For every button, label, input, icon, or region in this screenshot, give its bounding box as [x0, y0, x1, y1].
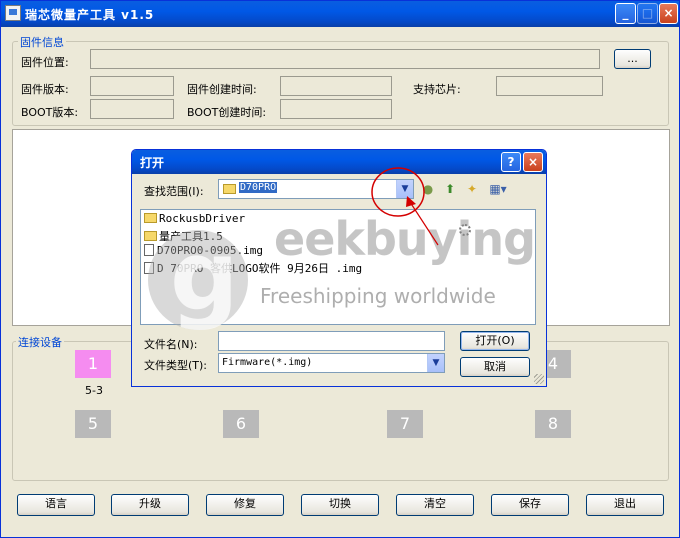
version-field	[90, 76, 174, 96]
boot-created-label: BOOT创建时间:	[187, 106, 267, 119]
view-menu-icon[interactable]: ▦▾	[486, 181, 510, 197]
file-icon	[144, 262, 154, 274]
list-item[interactable]: D 70PRO 客供LOGO软件 9月26日 .img	[144, 260, 362, 276]
list-item[interactable]: 量产工具1.5	[144, 228, 223, 244]
save-button[interactable]: 保存	[491, 494, 569, 516]
filetype-label: 文件类型(T):	[144, 359, 208, 372]
title-bar[interactable]: 瑞芯微量产工具 v1.5 _ □ ×	[1, 1, 679, 27]
window-title: 瑞芯微量产工具 v1.5	[25, 8, 155, 22]
location-label: 固件位置:	[21, 56, 69, 69]
repair-button[interactable]: 修复	[206, 494, 284, 516]
app-icon	[5, 5, 21, 21]
list-item[interactable]: RockusbDriver	[144, 212, 245, 228]
close-button[interactable]: ×	[659, 3, 678, 24]
device-slot-6[interactable]: 6	[223, 410, 259, 438]
look-in-value: D70PRO	[239, 182, 278, 193]
browse-button[interactable]: ...	[614, 49, 651, 69]
cancel-button[interactable]: 取消	[460, 357, 530, 377]
boot-version-label: BOOT版本:	[21, 106, 79, 119]
location-field[interactable]	[90, 49, 600, 69]
folder-icon	[144, 231, 157, 241]
switch-button[interactable]: 切换	[301, 494, 379, 516]
chip-field	[496, 76, 603, 96]
created-label: 固件创建时间:	[187, 83, 257, 96]
filename-input[interactable]	[218, 331, 445, 351]
open-dialog-title: 打开	[140, 156, 165, 170]
devices-label: 连接设备	[16, 334, 64, 350]
boot-created-field	[280, 99, 392, 119]
version-label: 固件版本:	[21, 83, 69, 96]
chevron-down-icon[interactable]: ▼	[396, 180, 413, 198]
dialog-close-button[interactable]: ×	[523, 152, 543, 172]
device-slot-7[interactable]: 7	[387, 410, 423, 438]
boot-version-field	[90, 99, 174, 119]
open-button[interactable]: 打开(O)	[460, 331, 530, 351]
up-folder-icon[interactable]: ⬆	[442, 181, 458, 197]
file-list[interactable]: RockusbDriver 量产工具1.5 D70PRO0-0905.img D…	[140, 209, 536, 325]
filetype-select[interactable]: Firmware(*.img) ▼	[218, 353, 445, 373]
folder-icon	[144, 213, 157, 223]
look-in-combo[interactable]: D70PRO ▼	[218, 179, 414, 199]
created-field	[280, 76, 392, 96]
upgrade-button[interactable]: 升级	[111, 494, 189, 516]
back-icon[interactable]: ●	[420, 181, 436, 197]
language-button[interactable]: 语言	[17, 494, 95, 516]
device-slot-1[interactable]: 1	[75, 350, 111, 378]
help-button[interactable]: ?	[501, 152, 521, 172]
chip-label: 支持芯片:	[413, 83, 461, 96]
exit-button[interactable]: 退出	[586, 494, 664, 516]
folder-icon	[223, 184, 236, 194]
minimize-button[interactable]: _	[615, 3, 636, 24]
filename-label: 文件名(N):	[144, 338, 198, 351]
look-in-label: 查找范围(I):	[144, 185, 204, 198]
maximize-button[interactable]: □	[637, 3, 658, 24]
filetype-value: Firmware(*.img)	[222, 357, 313, 368]
open-dialog: 打开 ? × 查找范围(I): D70PRO ▼ ● ⬆ ✦ ▦▾ Rockus…	[131, 149, 547, 387]
resize-grip[interactable]	[534, 374, 544, 384]
device-slot-5[interactable]: 5	[75, 410, 111, 438]
clear-button[interactable]: 清空	[396, 494, 474, 516]
loading-icon	[459, 224, 471, 236]
new-folder-icon[interactable]: ✦	[464, 181, 480, 197]
open-dialog-title-bar[interactable]: 打开 ? ×	[132, 150, 546, 174]
firmware-info-label: 固件信息	[18, 34, 66, 50]
list-item[interactable]: D70PRO0-0905.img	[144, 244, 263, 260]
device-slot-1-status: 5-3	[85, 384, 103, 397]
file-icon	[144, 244, 154, 256]
chevron-down-icon[interactable]: ▼	[427, 354, 444, 372]
device-slot-8[interactable]: 8	[535, 410, 571, 438]
